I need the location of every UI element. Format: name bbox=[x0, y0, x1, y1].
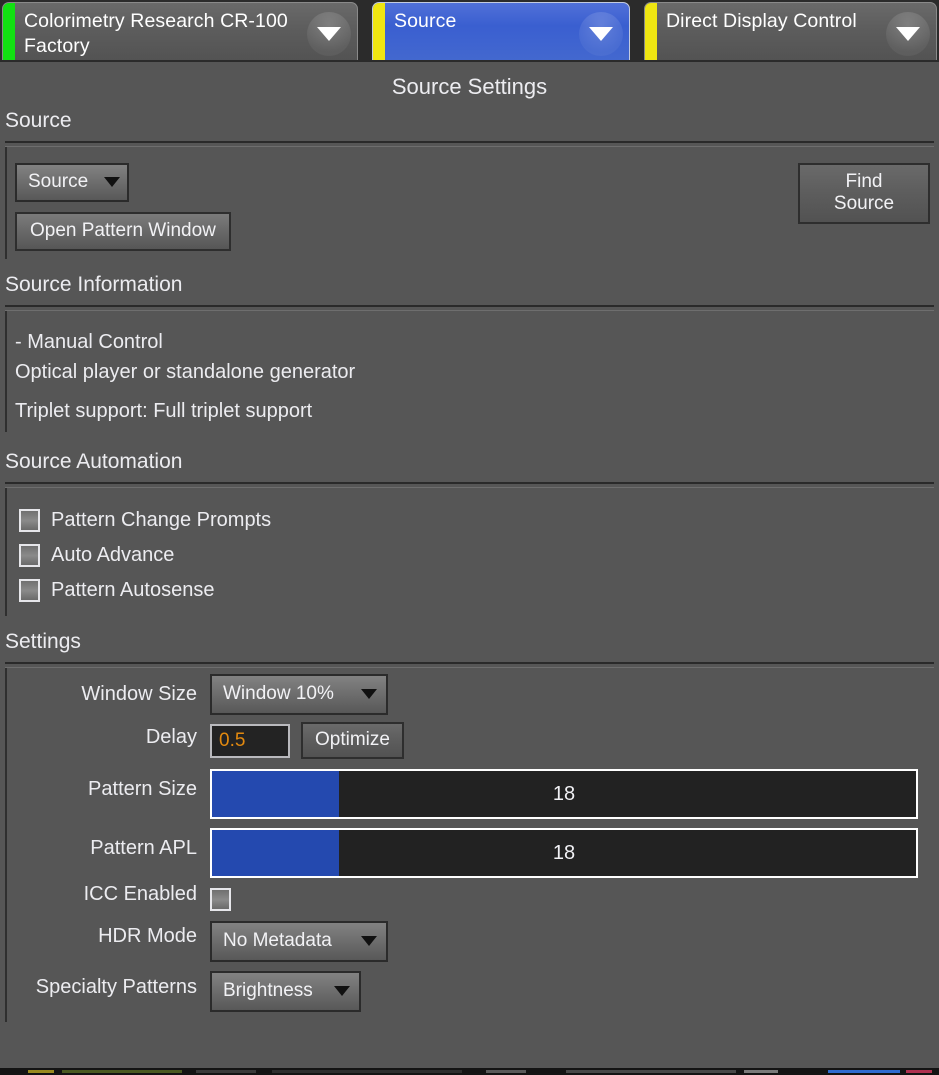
checkbox-row-pattern-autosense[interactable]: Pattern Autosense bbox=[7, 573, 939, 608]
source-info-line: - Manual Control bbox=[15, 331, 163, 353]
pattern-apl-label: Pattern APL bbox=[90, 837, 197, 859]
checkbox-label: Pattern Change Prompts bbox=[51, 509, 272, 531]
source-information-group: - Manual Control Optical player or stand… bbox=[5, 311, 939, 432]
application-window: Colorimetry Research CR-100 Factory Sour… bbox=[0, 0, 939, 1075]
chevron-down-icon bbox=[361, 936, 377, 946]
content-area: Source Source Find Source Open Pattern W… bbox=[0, 108, 939, 1022]
tab-bar: Colorimetry Research CR-100 Factory Sour… bbox=[0, 0, 939, 62]
source-info-line: Optical player or standalone generator bbox=[15, 361, 356, 383]
hdr-mode-label: HDR Mode bbox=[98, 925, 197, 947]
tab-status-edge bbox=[3, 3, 15, 60]
window-size-dropdown[interactable]: Window 10% bbox=[210, 674, 388, 715]
source-dropdown[interactable]: Source bbox=[15, 163, 129, 202]
pattern-autosense-checkbox[interactable] bbox=[19, 579, 40, 602]
section-heading-source-automation: Source Automation bbox=[5, 450, 183, 473]
section-heading-source: Source bbox=[5, 109, 72, 132]
auto-advance-checkbox[interactable] bbox=[19, 544, 40, 567]
window-size-label: Window Size bbox=[81, 683, 197, 705]
checkbox-label: Pattern Autosense bbox=[51, 579, 215, 601]
pattern-apl-slider[interactable]: 18 bbox=[210, 828, 918, 878]
source-info-line: Triplet support: Full triplet support bbox=[15, 400, 313, 422]
chevron-down-icon[interactable] bbox=[305, 3, 357, 60]
tab-status-edge bbox=[373, 3, 385, 60]
source-automation-group: Pattern Change Prompts Auto Advance Patt… bbox=[5, 488, 939, 616]
icc-enabled-checkbox[interactable] bbox=[210, 888, 231, 911]
tab-colorimetry-research-cr-100-factory[interactable]: Colorimetry Research CR-100 Factory bbox=[2, 2, 358, 60]
section-source: Source Source Find Source Open Pattern W… bbox=[0, 108, 939, 259]
chevron-down-icon bbox=[334, 986, 350, 996]
checkbox-label: Auto Advance bbox=[51, 544, 175, 566]
pattern-change-prompts-checkbox[interactable] bbox=[19, 509, 40, 532]
hdr-mode-dropdown[interactable]: No Metadata bbox=[210, 921, 388, 962]
chevron-down-icon[interactable] bbox=[577, 3, 629, 60]
section-source-automation: Source Automation Pattern Change Prompts… bbox=[0, 449, 939, 616]
background-window-sliver bbox=[0, 1068, 939, 1075]
specialty-patterns-label: Specialty Patterns bbox=[35, 975, 197, 998]
section-source-information: Source Information - Manual Control Opti… bbox=[0, 272, 939, 432]
chevron-down-icon bbox=[104, 177, 121, 187]
tab-label: Direct Display Control bbox=[666, 10, 857, 32]
pattern-apl-value: 18 bbox=[552, 841, 576, 864]
section-heading-settings: Settings bbox=[5, 630, 81, 653]
hdr-mode-value: No Metadata bbox=[223, 930, 332, 951]
chevron-down-icon[interactable] bbox=[884, 3, 936, 60]
specialty-patterns-dropdown[interactable]: Brightness bbox=[210, 971, 361, 1012]
section-heading-source-information: Source Information bbox=[5, 273, 183, 296]
pattern-size-label: Pattern Size bbox=[88, 777, 197, 800]
source-group: Source Find Source Open Pattern Window bbox=[5, 147, 939, 259]
source-dropdown-value: Source bbox=[28, 171, 89, 192]
pattern-size-value: 18 bbox=[552, 782, 576, 805]
chevron-down-icon bbox=[361, 689, 377, 699]
settings-group: Window Size Window 10% Delay Optimize bbox=[5, 668, 939, 1022]
open-pattern-window-button[interactable]: Open Pattern Window bbox=[15, 212, 231, 251]
tab-label: Colorimetry Research CR-100 Factory bbox=[24, 10, 288, 57]
checkbox-row-pattern-change-prompts[interactable]: Pattern Change Prompts bbox=[7, 503, 939, 538]
tab-label: Source bbox=[394, 10, 457, 32]
section-settings: Settings Window Size Window 10% Delay 0.… bbox=[0, 629, 939, 1022]
pattern-size-slider[interactable]: 18 bbox=[210, 769, 918, 819]
tab-status-edge bbox=[645, 3, 657, 60]
checkbox-row-auto-advance[interactable]: Auto Advance bbox=[7, 538, 939, 573]
specialty-patterns-value: Brightness bbox=[223, 980, 313, 1001]
tab-direct-display-control[interactable]: Direct Display Control bbox=[644, 2, 937, 60]
delay-label: Delay bbox=[145, 725, 197, 748]
settings-grid: Window Size Window 10% Delay Optimize bbox=[7, 668, 939, 1012]
window-size-value: Window 10% bbox=[223, 683, 334, 704]
page-title: Source Settings bbox=[391, 74, 548, 99]
tab-source[interactable]: Source bbox=[372, 2, 630, 60]
find-source-button[interactable]: Find Source bbox=[798, 163, 930, 224]
delay-input[interactable] bbox=[210, 723, 290, 758]
optimize-button[interactable]: Optimize bbox=[301, 722, 404, 759]
icc-enabled-label: ICC Enabled bbox=[83, 883, 197, 905]
